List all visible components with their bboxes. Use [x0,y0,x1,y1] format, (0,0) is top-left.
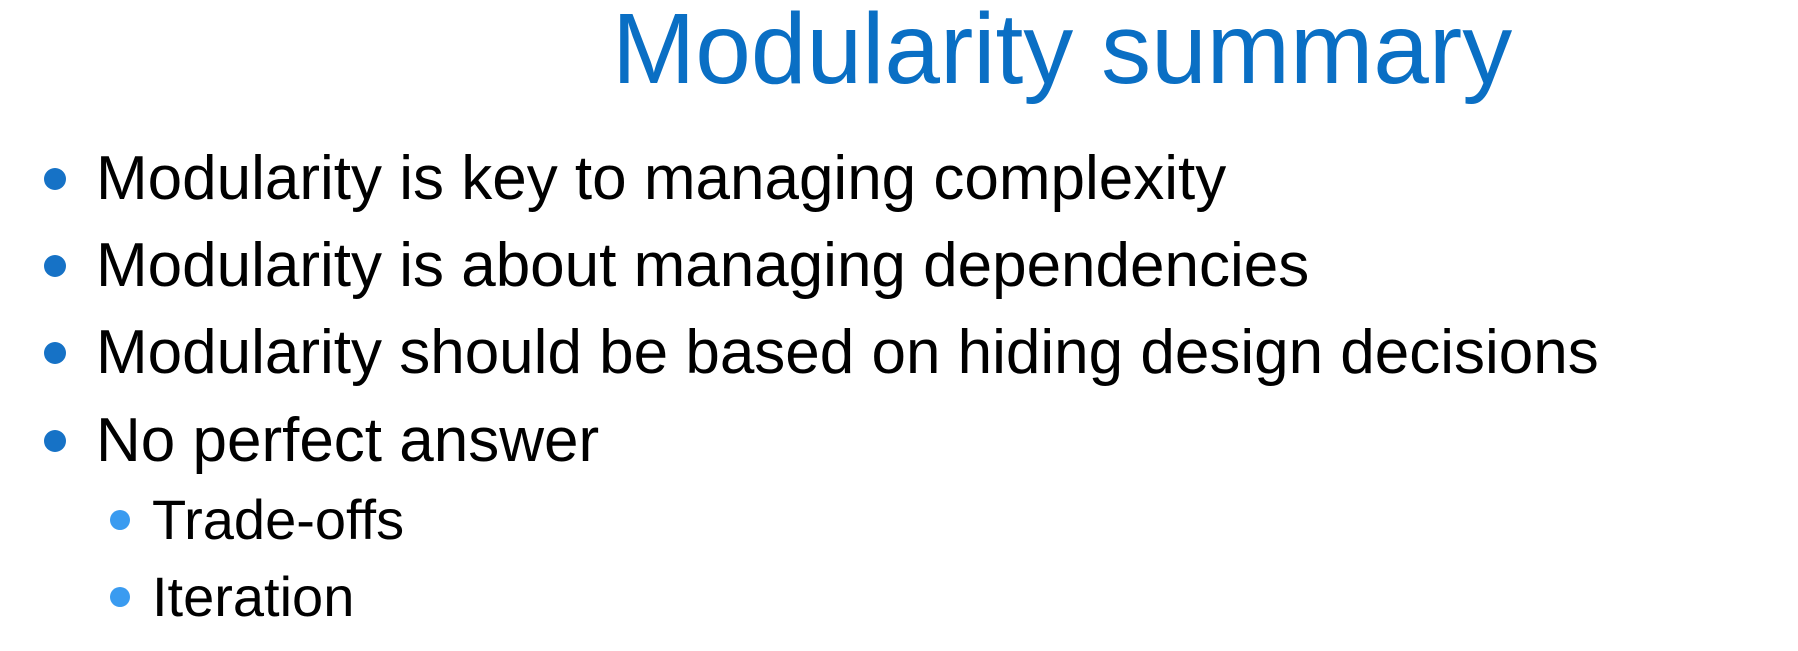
bullet-item: No perfect answer [44,403,599,479]
sub-bullet-text: Trade-offs [152,488,405,551]
slide: Modularity summary Modularity is key to … [0,0,1798,651]
bullet-dot-icon [44,430,66,452]
sub-bullet-item: Trade-offs [110,486,404,554]
bullet-item: Modularity is about managing dependencie… [44,228,1309,304]
bullet-dot-icon [44,255,66,277]
bullet-text: No perfect answer [96,406,600,475]
sub-bullet-text: Iteration [152,565,355,628]
bullet-item: Modularity should be based on hiding des… [44,315,1599,391]
bullet-dot-icon [44,342,66,364]
bullet-text: Modularity is key to managing complexity [96,144,1227,213]
sub-bullet-dot-icon [110,587,130,607]
sub-bullet-item: Iteration [110,563,354,631]
bullet-text: Modularity should be based on hiding des… [96,318,1599,387]
bullet-item: Modularity is key to managing complexity [44,141,1226,217]
bullet-dot-icon [44,168,66,190]
slide-title: Modularity summary [612,0,1513,105]
sub-bullet-dot-icon [110,510,130,530]
bullet-text: Modularity is about managing dependencie… [96,231,1310,300]
